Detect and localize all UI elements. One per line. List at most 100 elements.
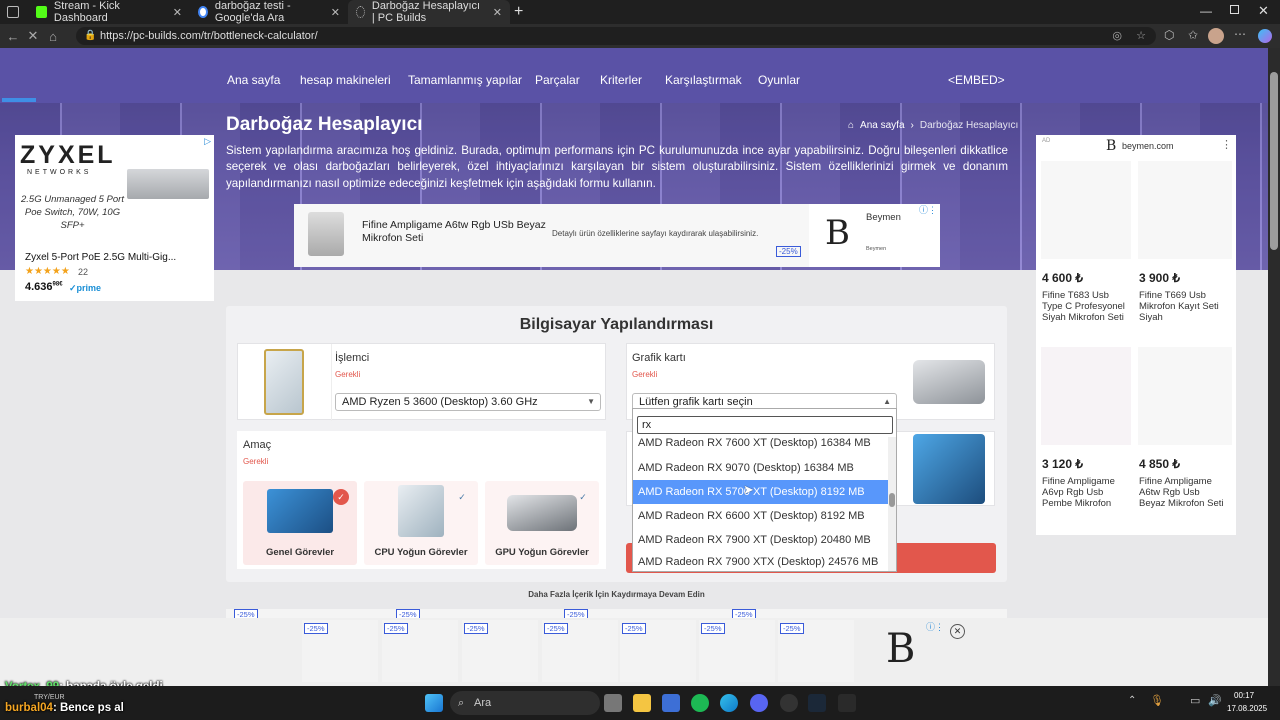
cpu-stack-image (398, 485, 444, 537)
clock-date[interactable]: 17.08.2025 (1227, 704, 1267, 713)
cpu-select[interactable]: AMD Ryzen 5 3600 (Desktop) 3.60 GHz ▼ (335, 393, 601, 411)
close-tab-icon[interactable]: ✕ (493, 6, 502, 19)
discount-badge: -25% (622, 623, 646, 634)
dropdown-scrollbar-thumb[interactable] (889, 493, 895, 507)
checkmark-icon: ✓ (579, 492, 587, 502)
microphone-product-image (308, 212, 344, 256)
start-icon[interactable] (425, 694, 443, 712)
cpu-required: Gerekli (335, 370, 361, 379)
adchoices-icon[interactable]: ⓘ⋮ (919, 203, 937, 216)
dropdown-scrollbar[interactable] (888, 437, 896, 571)
ad-beymen-sidebar[interactable]: AD B beymen.com ⋮ 4 600 ₺ Fifine T683 Us… (1036, 135, 1236, 535)
steam-icon[interactable] (808, 694, 826, 712)
tab-title: Darboğaz Hesaplayıcı | PC Builds (371, 0, 481, 24)
obs-icon[interactable] (780, 694, 798, 712)
spotify-icon[interactable] (691, 694, 709, 712)
discord-icon[interactable] (750, 694, 768, 712)
file-explorer-icon[interactable] (633, 694, 651, 712)
tab-kick[interactable]: Stream - Kick Dashboard ✕ (28, 0, 190, 24)
tab-actions-icon[interactable] (7, 6, 19, 18)
ad-product-tile[interactable]: -25% (542, 620, 618, 682)
gpu-option[interactable]: AMD Radeon RX 9070 (Desktop) 16384 MB (633, 456, 888, 480)
adchoices-icon[interactable]: ▷ (204, 136, 211, 147)
url-field[interactable]: 🔒 https://pc-builds.com/tr/bottleneck-ca… (76, 27, 1156, 45)
ad-product-tile[interactable]: -25% (302, 620, 378, 682)
avatar[interactable] (1208, 28, 1224, 44)
nav-compare[interactable]: Karşılaştırmak (665, 73, 742, 87)
page-title: Darboğaz Hesaplayıcı (226, 114, 423, 135)
site-info-icon[interactable]: 🔒 (84, 27, 96, 45)
back-icon[interactable]: ← (3, 29, 23, 44)
extensions-icon[interactable]: ⬡ (1164, 28, 1174, 42)
adchoices-icon[interactable]: ⓘ⋮ (926, 620, 944, 633)
close-tab-icon[interactable]: ✕ (331, 6, 340, 19)
reader-icon[interactable]: ◎ (1112, 27, 1122, 45)
new-tab-icon[interactable]: + (514, 3, 523, 21)
cpu-chip-image (264, 349, 304, 415)
close-tab-icon[interactable]: ✕ (173, 6, 182, 19)
taskbar-search[interactable]: ⌕ Ara (450, 691, 600, 715)
product-price: 4 600 ₺ (1042, 271, 1083, 285)
product-name: Fifine Ampligame A6tw Rgb Usb Beyaz Mikr… (1139, 476, 1224, 509)
close-window-icon[interactable]: ✕ (1258, 3, 1269, 19)
discount-badge: -25% (304, 623, 328, 634)
gpu-option[interactable]: AMD Radeon RX 7900 XTX (Desktop) 24576 M… (633, 552, 888, 572)
purpose-required: Gerekli (243, 457, 269, 466)
minimize-icon[interactable]: — (1200, 4, 1212, 18)
discount-badge: -25% (701, 623, 725, 634)
ad-zyxel[interactable]: ▷ ZYXEL NETWORKS 2.5G Unmanaged 5 Port P… (15, 135, 214, 301)
microphone-icon[interactable]: 🎙 (1150, 694, 1164, 707)
purpose-caption: Genel Görevler (265, 547, 335, 558)
bottom-overlay-ad[interactable]: -25% -25% -25% -25% -25% -25% -25% B ⓘ⋮ … (0, 618, 1268, 686)
ad-product-tile[interactable]: -25% (778, 620, 854, 682)
gpu-option[interactable]: AMD Radeon RX 7900 XT (Desktop) 20480 MB (633, 528, 888, 552)
menu-icon[interactable]: ⋯ (1234, 27, 1246, 41)
tab-pc-builds[interactable]: Darboğaz Hesaplayıcı | PC Builds ✕ (348, 0, 510, 24)
maximize-icon[interactable] (1230, 5, 1239, 14)
nav-calculators[interactable]: hesap makineleri (300, 73, 391, 87)
purpose-cpu[interactable]: ✓ CPU Yoğun Görevler (364, 481, 478, 565)
ad-product-name: Zyxel 5-Port PoE 2.5G Multi-Gig... (25, 252, 177, 263)
nav-home[interactable]: Ana sayfa (227, 73, 280, 87)
nav-games[interactable]: Oyunlar (758, 73, 800, 87)
purpose-general[interactable]: ✓ Genel Görevler (243, 481, 357, 565)
ad-brand-logo: ZYXEL (20, 141, 116, 169)
favorite-star-icon[interactable]: ☆ (1136, 27, 1146, 45)
scroll-more-text: Daha Fazla İçerik İçin Kaydırmaya Devam … (528, 590, 705, 599)
clock-time[interactable]: 00:17 (1234, 691, 1254, 700)
checkmark-icon: ✓ (333, 489, 349, 505)
stop-loading-icon[interactable]: ✕ (23, 28, 43, 44)
gpu-option[interactable]: AMD Radeon RX 6600 XT (Desktop) 8192 MB (633, 504, 888, 528)
nav-embed[interactable]: <EMBED> (948, 73, 1005, 87)
ad-menu-icon[interactable]: ⋮ (1221, 138, 1232, 151)
edge-icon[interactable] (720, 694, 738, 712)
close-ad-icon[interactable]: ✕ (950, 624, 965, 639)
ad-banner-center[interactable]: Fifine Ampligame A6tw Rgb USb Beyaz Mikr… (294, 204, 940, 267)
volume-icon[interactable]: 🔊 (1208, 694, 1222, 707)
config-title: Bilgisayar Yapılandırması (519, 316, 714, 333)
favorites-icon[interactable]: ✩ (1188, 28, 1198, 42)
page-scrollbar-thumb[interactable] (1270, 72, 1278, 250)
store-icon[interactable] (662, 694, 680, 712)
purpose-gpu[interactable]: ✓ GPU Yoğun Görevler (485, 481, 599, 565)
network-icon[interactable]: ▭ (1190, 694, 1200, 707)
ad-product-tile[interactable]: -25% (382, 620, 458, 682)
gpu-option[interactable]: AMD Radeon RX 7600 XT (Desktop) 16384 MB (633, 432, 888, 454)
product-name: Fifine Ampligame A6vp Rgb Usb Pembe Mikr… (1042, 476, 1115, 509)
ad-product-tile[interactable]: -25% (620, 620, 696, 682)
nav-benchmarks[interactable]: Kriterler (600, 73, 642, 87)
tray-overflow-icon[interactable]: ⌃ (1128, 695, 1136, 706)
epic-games-icon[interactable] (838, 694, 856, 712)
nav-parts[interactable]: Parçalar (535, 73, 580, 87)
discount-badge: -25% (234, 609, 258, 618)
gpu-option-highlighted[interactable]: AMD Radeon RX 5700 XT (Desktop) 8192 MB (633, 480, 888, 504)
breadcrumb-home[interactable]: Ana sayfa (860, 120, 904, 131)
copilot-icon[interactable] (1258, 29, 1272, 43)
chevron-down-icon: ▼ (587, 397, 595, 406)
ad-product-tile[interactable]: -25% (699, 620, 775, 682)
task-view-icon[interactable] (604, 694, 622, 712)
nav-completed-builds[interactable]: Tamamlanmış yapılar (408, 73, 522, 87)
tab-google[interactable]: darboğaz testi - Google'da Ara ✕ (190, 0, 348, 24)
ad-product-tile[interactable]: -25% (462, 620, 538, 682)
home-icon[interactable]: ⌂ (43, 29, 63, 44)
